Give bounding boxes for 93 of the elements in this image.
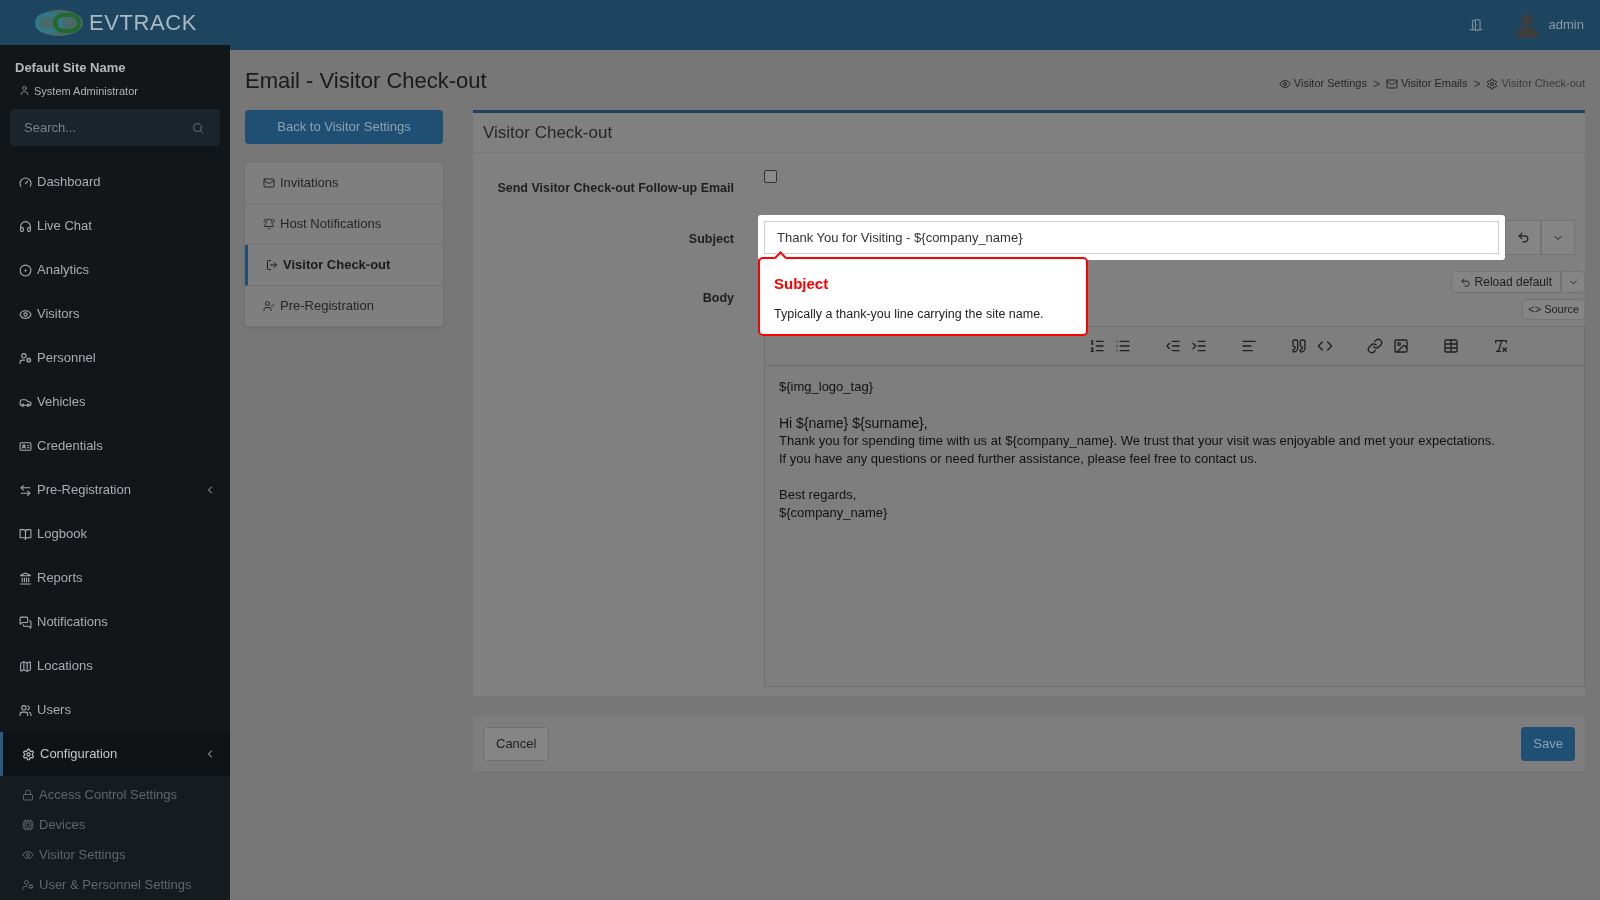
breadcrumb-separator: > [1372,75,1380,93]
menu-icon [19,439,32,453]
indent-icon[interactable] [1191,338,1207,354]
submenu-item[interactable]: Devices [0,810,230,840]
quote-icon[interactable] [1291,338,1307,354]
logo-text: EVTRACK [89,9,197,37]
menu-icon [19,351,32,365]
submenu-item[interactable]: Visitor Settings [0,840,230,870]
field-label: Send Visitor Check-out Follow-up Email [497,181,734,195]
search-icon [192,122,204,134]
cancel-button[interactable]: Cancel [483,726,550,761]
field-label: Body [702,291,734,305]
outdent-icon[interactable] [1165,338,1181,354]
nav-tab[interactable]: Host Notifications [245,204,443,245]
source-button[interactable]: <> Source [1522,299,1585,320]
breadcrumb-icon [1278,77,1291,90]
menu-icon [19,219,32,233]
body-text: Best regards, [779,486,858,504]
breadcrumb-separator: > [1473,75,1481,93]
breadcrumb-link[interactable]: Visitor Emails [1401,75,1468,92]
submenu-item[interactable]: Access Control Settings [0,780,230,810]
tab-icon [266,259,278,271]
image-icon[interactable] [1393,338,1409,354]
menu-icon [19,615,32,629]
user-icon [19,85,30,97]
menu-icon [19,527,32,541]
undo-icon [1516,231,1530,244]
clear-format-icon[interactable] [1493,338,1509,354]
sidebar-item[interactable]: Live Chat [0,204,230,248]
menu-icon [19,659,32,673]
link-icon[interactable] [1367,338,1383,354]
align-icon[interactable] [1241,338,1257,354]
follow-up-checkbox[interactable] [764,170,777,183]
sidebar-item[interactable]: Analytics [0,248,230,292]
breadcrumb-icon [1486,77,1499,90]
search-field[interactable]: Search... [10,109,220,146]
breadcrumb-icon [1386,77,1398,90]
body-text: ${img_logo_tag} [779,378,874,396]
nav-tab[interactable]: Pre-Registration [245,286,443,327]
tab-icon [263,177,275,189]
numbered-list-icon[interactable] [1089,338,1105,354]
sidebar-item[interactable]: Credentials [0,424,230,468]
menu-icon [19,263,32,277]
save-button[interactable]: Save [1521,726,1575,761]
submenu-icon [22,819,34,831]
site-name: Default Site Name [15,59,127,77]
subject-field[interactable]: Thank You for Visiting - ${company_name} [764,221,1499,254]
logout-icon[interactable] [1468,18,1483,32]
sidebar-item[interactable]: Reports [0,556,230,600]
sidebar-item[interactable]: Users [0,688,230,732]
reload-default-button[interactable]: Reload default [1450,271,1561,293]
avatar-icon [1514,12,1539,38]
sidebar-item[interactable]: Pre-Registration [0,468,230,512]
sidebar-item[interactable]: Visitors [0,292,230,336]
undo-button[interactable] [1505,220,1541,255]
menu-icon [22,747,35,761]
tour-title: Subject [774,274,830,294]
sidebar-item[interactable]: Dashboard [0,160,230,204]
logo-icon [33,7,86,38]
user-name[interactable]: admin [1548,15,1584,35]
sidebar-item[interactable]: Personnel [0,336,230,380]
page-title: Email - Visitor Check-out [245,67,487,95]
nav-tab[interactable]: Invitations [245,163,443,204]
sidebar-item[interactable]: Notifications [0,600,230,644]
submenu-item[interactable]: User & Personnel Settings [0,870,230,900]
menu-icon [19,307,32,321]
menu-icon [19,483,32,497]
body-text: If you have any questions or need further assistance, please feel free to contact us. [779,450,1259,468]
tour-text: Typically a thank-you line carrying the site name. [774,305,1045,323]
body-text: ${company_name} [779,504,889,522]
code-icon[interactable] [1317,338,1333,354]
sidebar-item[interactable]: Logbook [0,512,230,556]
submenu-icon [22,879,34,891]
card-title: Visitor Check-out [483,121,613,144]
field-label: Subject [688,231,734,246]
undo-icon [1459,276,1471,288]
body-text: Thank you for spending time with us at ${company_name}. We trust that your visit was enjoyable and met your expectations. [779,432,1496,450]
tab-icon [263,218,275,230]
table-icon[interactable] [1443,338,1459,354]
back-button[interactable]: Back to Visitor Settings [245,110,443,144]
sidebar-item[interactable]: Locations [0,644,230,688]
submenu-icon [22,849,34,861]
bullet-list-icon[interactable] [1115,338,1131,354]
body-text: Hi ${name} ${surname}, [779,414,929,432]
menu-icon [19,175,32,189]
tab-icon [263,300,275,312]
nav-tab[interactable]: Visitor Check-out [245,245,443,286]
submenu-icon [22,789,34,801]
menu-icon [19,571,32,585]
breadcrumb-link[interactable]: Visitor Settings [1293,75,1367,92]
sidebar-item[interactable]: Vehicles [0,380,230,424]
role-text: System Administrator [34,83,138,99]
menu-icon [19,703,32,717]
